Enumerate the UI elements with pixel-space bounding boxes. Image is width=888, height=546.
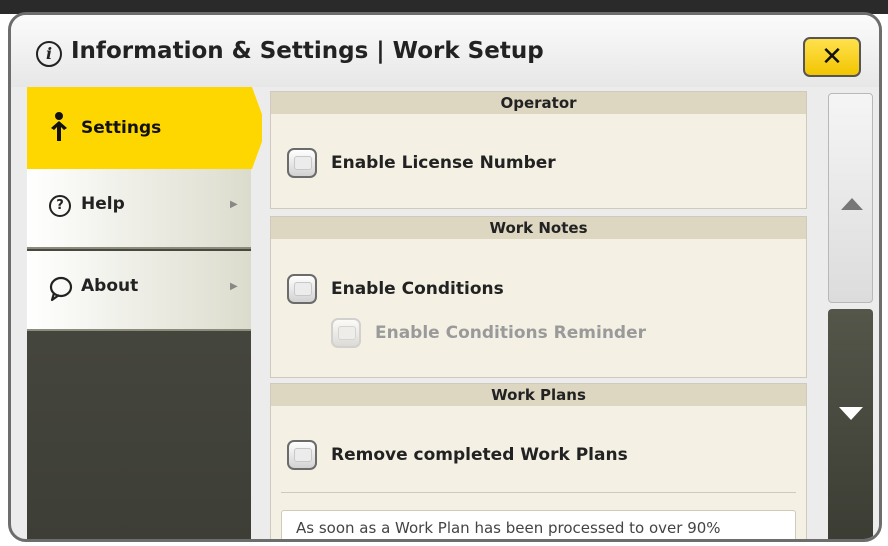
description-box: As soon as a Work Plan has been processe… [281,510,796,539]
section-work-plans: Work Plans Remove completed Work Plans A… [270,383,807,539]
sidebar-item-about[interactable]: About ▶ [27,251,251,331]
scroll-down-button[interactable] [828,309,873,539]
checkbox [331,318,361,348]
checkbox-label: Enable Conditions Reminder [375,323,647,343]
section-title: Operator [271,92,806,114]
arrow-up-icon [841,198,863,210]
close-button[interactable]: ✕ [803,37,861,77]
chevron-right-icon: ▶ [230,281,238,292]
sidebar: Settings ? Help ▶ About ▶ [27,87,267,539]
sidebar-item-label: About [81,276,139,296]
sidebar-item-label: Settings [81,118,162,138]
settings-window: i Information & Settings | Work Setup ✕ … [8,12,882,542]
scrollbar[interactable] [826,87,879,539]
info-icon: i [36,41,62,67]
checkbox[interactable] [287,440,317,470]
section-operator: Operator Enable License Number [270,91,807,209]
window-header: i Information & Settings | Work Setup ✕ [11,15,879,87]
settings-content: Operator Enable License Number Work Note… [262,87,826,539]
checkbox-label: Enable Conditions [331,279,504,299]
chevron-right-icon: ▶ [230,199,238,210]
section-title: Work Plans [271,384,806,406]
description-text: As soon as a Work Plan has been processe… [296,519,721,537]
checkbox[interactable] [287,274,317,304]
arrow-down-icon [839,407,863,420]
sidebar-item-settings[interactable]: Settings [27,87,267,169]
speech-bubble-icon [49,276,73,302]
checkbox-label: Remove completed Work Plans [331,445,628,465]
divider [281,492,796,493]
person-icon [51,112,67,141]
section-work-notes: Work Notes Enable Conditions Enable Cond… [270,216,807,378]
section-title: Work Notes [271,217,806,239]
scroll-up-button[interactable] [828,93,873,303]
page-title: Information & Settings | Work Setup [71,38,544,64]
sidebar-item-label: Help [81,194,125,214]
checkbox[interactable] [287,148,317,178]
question-icon: ? [49,195,71,217]
sidebar-item-help[interactable]: ? Help ▶ [27,169,251,249]
checkbox-label: Enable License Number [331,153,556,173]
